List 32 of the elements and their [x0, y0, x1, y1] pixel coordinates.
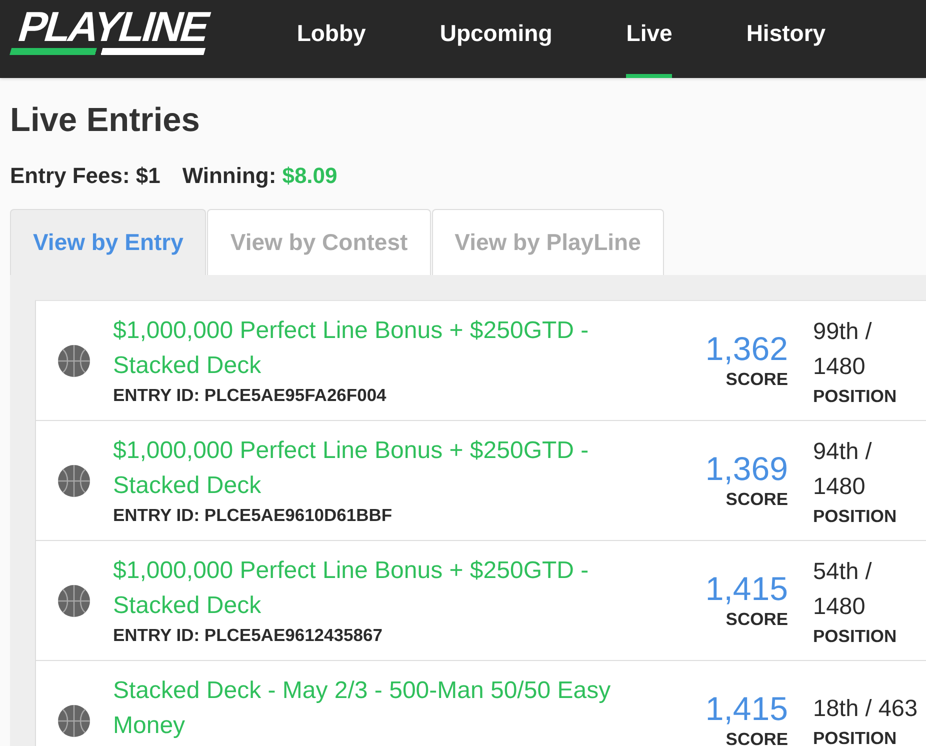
position-label: POSITION [813, 384, 897, 408]
basketball-icon [58, 464, 90, 496]
score-label: SCORE [726, 608, 788, 630]
position-value: 94th / 1480 [813, 436, 873, 500]
nav-link[interactable]: Lobby [296, 0, 366, 78]
page-title: Live Entries [10, 102, 201, 140]
entry-id: ENTRY ID: PLCE5AE9610D61BBF [113, 504, 392, 527]
nav-link[interactable]: Upcoming [440, 0, 552, 78]
position-value: 54th / 1480 [813, 556, 873, 620]
score-value: 1,415 [705, 570, 788, 606]
stat-label: Entry Fees: [10, 162, 130, 190]
nav-link[interactable]: History [746, 0, 826, 78]
score-value: 1,415 [705, 690, 788, 726]
nav-link[interactable]: Live [626, 0, 672, 78]
position-label: POSITION [813, 727, 897, 746]
position-value: 99th / 1480 [813, 316, 873, 380]
basketball-icon [58, 344, 90, 376]
basketball-icon [58, 704, 90, 736]
stat-value: $1 [136, 162, 160, 190]
position-value: 18th / 463 [813, 694, 918, 723]
entry-id: ENTRY ID: PLCE5AE9612435867 [113, 624, 382, 647]
entry-id: ENTRY ID: PLCE5AE95FA26F004 [113, 384, 386, 407]
score-value: 1,369 [705, 450, 788, 486]
position-label: POSITION [813, 504, 897, 528]
score-value: 1,362 [705, 330, 788, 366]
score-label: SCORE [726, 728, 788, 746]
basketball-icon [58, 584, 90, 616]
score-label: SCORE [726, 368, 788, 390]
position-label: POSITION [813, 624, 897, 648]
score-label: SCORE [726, 488, 788, 510]
stat-value: $8.09 [282, 162, 338, 190]
stat-label: Winning: [182, 162, 276, 190]
